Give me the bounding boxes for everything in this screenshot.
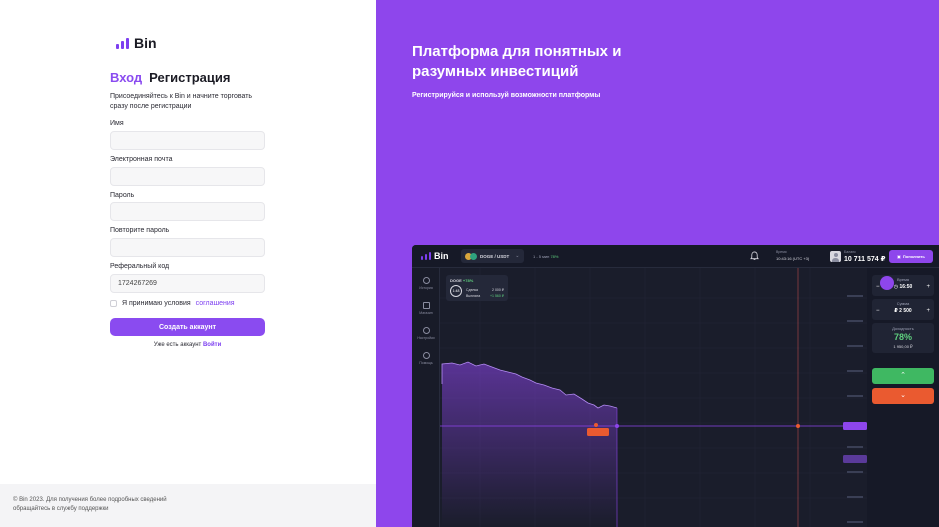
deal-timer: 1:48 bbox=[450, 285, 462, 297]
entry-marker bbox=[615, 424, 619, 428]
logo-bars-icon bbox=[421, 252, 431, 260]
deal-row: Сделка 2 000 ₽ bbox=[466, 288, 504, 292]
sum-box-label: Сумма bbox=[896, 301, 910, 306]
plus-icon[interactable]: + bbox=[926, 308, 930, 314]
clock-icon bbox=[422, 277, 430, 284]
email-field[interactable] bbox=[110, 167, 265, 186]
deal-title: DOGE +78% bbox=[450, 278, 474, 283]
time-label: Время bbox=[776, 250, 787, 254]
sidebar-item-shop[interactable]: Магазин bbox=[412, 302, 440, 315]
current-price-tag bbox=[843, 422, 867, 430]
login-link[interactable]: Войти bbox=[203, 342, 221, 348]
floating-action-button[interactable] bbox=[880, 276, 894, 290]
plus-icon[interactable]: + bbox=[926, 284, 930, 290]
time-box-value: ◷ 16:50 bbox=[893, 284, 913, 290]
tab-login[interactable]: Вход bbox=[110, 70, 142, 85]
pair-selector[interactable]: DOGE / USDT ⌄ bbox=[461, 249, 524, 263]
password-label: Пароль bbox=[110, 192, 135, 199]
email-label: Электронная почта bbox=[110, 156, 173, 163]
password-field[interactable] bbox=[110, 202, 265, 221]
deal-price-tag bbox=[587, 428, 609, 436]
help-icon bbox=[422, 352, 430, 359]
auth-panel: Bin Вход Регистрация Присоединяйтесь к B… bbox=[0, 0, 376, 527]
brand-logo[interactable]: Bin bbox=[116, 35, 157, 51]
pair-name: DOGE / USDT bbox=[480, 253, 510, 259]
time-value: 10:43:16 (UTC +3) bbox=[776, 256, 810, 261]
footer: © Bin 2023. Для получения более подробны… bbox=[0, 484, 376, 527]
agree-row: Я принимаю условия соглашения bbox=[110, 300, 235, 307]
buy-up-button[interactable]: ⌃ bbox=[872, 368, 934, 384]
chevron-down-icon: ⌄ bbox=[515, 253, 520, 259]
app-sidebar: История Магазин Настройки Помощь bbox=[412, 268, 440, 527]
minus-icon[interactable]: − bbox=[876, 308, 880, 314]
topup-button[interactable]: ▣ Пополнить bbox=[889, 250, 933, 263]
referral-label: Реферальный код bbox=[110, 263, 170, 270]
active-deal-card[interactable]: DOGE +78% 1:48 Сделка 2 000 ₽ Выплата +1 5… bbox=[446, 275, 508, 301]
sidebar-item-label: Магазин bbox=[419, 311, 433, 315]
app-topbar: Bin DOGE / USDT ⌄ 1 - 5 мин 78% Время 10… bbox=[412, 245, 939, 268]
store-icon bbox=[422, 302, 430, 309]
app-logo: Bin bbox=[421, 251, 449, 261]
wallet-icon: ▣ bbox=[897, 254, 901, 259]
app-preview: Bin DOGE / USDT ⌄ 1 - 5 мин 78% Время 10… bbox=[412, 245, 939, 527]
price-chart-canvas bbox=[440, 268, 867, 527]
usdt-coin-icon bbox=[470, 252, 477, 260]
create-account-button[interactable]: Создать аккаунт bbox=[110, 318, 265, 336]
sum-stepper[interactable]: − ₽ 2 500 + bbox=[876, 308, 930, 314]
minus-icon[interactable]: − bbox=[876, 284, 880, 290]
profit-percent: 78% bbox=[893, 332, 912, 342]
profit-sum: 1 950,00 ₽ bbox=[893, 344, 913, 349]
sidebar-item-help[interactable]: Помощь bbox=[412, 352, 440, 365]
avatar[interactable] bbox=[830, 251, 841, 262]
deal-marker bbox=[594, 423, 598, 427]
payout-range: 1 - 5 мин bbox=[533, 254, 550, 259]
sidebar-item-label: История bbox=[419, 286, 433, 290]
strike-price-tag bbox=[843, 455, 867, 463]
promo-headline: Платформа для понятных и разумных инвест… bbox=[412, 43, 622, 80]
sell-down-button[interactable]: ⌄ bbox=[872, 388, 934, 404]
have-account-row: Уже есть аккаунт Войти bbox=[110, 342, 265, 348]
bell-icon[interactable] bbox=[750, 251, 759, 261]
have-account-text: Уже есть аккаунт bbox=[153, 342, 202, 348]
gear-icon bbox=[422, 327, 430, 334]
balance-label: Баланс bbox=[844, 250, 856, 254]
chevron-up-icon: ⌃ bbox=[900, 372, 906, 379]
name-label: Имя bbox=[110, 120, 124, 127]
intro-text: Присоединяйтесь к Bin и начните торговат… bbox=[110, 93, 253, 110]
price-area bbox=[442, 362, 617, 527]
price-axis bbox=[847, 295, 863, 523]
profit-box-label: Доходность bbox=[892, 326, 914, 331]
repeat-password-label: Повторите пароль bbox=[110, 227, 170, 234]
auth-tabs: Вход Регистрация bbox=[110, 70, 230, 85]
sidebar-item-label: Настройки bbox=[417, 336, 435, 340]
repeat-password-field[interactable] bbox=[110, 238, 265, 257]
deal-row: Выплата +1 560 ₽ bbox=[466, 294, 504, 298]
agree-checkbox[interactable] bbox=[110, 300, 117, 307]
footer-text: © Bin 2023. Для получения более подробны… bbox=[13, 497, 167, 512]
sum-box-value: ₽ 2 500 bbox=[894, 308, 912, 314]
expiry-marker bbox=[796, 424, 800, 428]
logo-text: Bin bbox=[134, 35, 157, 51]
agreement-link[interactable]: соглашения bbox=[196, 300, 235, 307]
tab-register[interactable]: Регистрация bbox=[149, 70, 230, 85]
logo-bars-icon bbox=[116, 37, 129, 49]
promo-subhead: Регистрируйся и используй возможности пл… bbox=[412, 92, 601, 99]
sidebar-item-settings[interactable]: Настройки bbox=[412, 327, 440, 340]
payout-percent: 78% bbox=[550, 254, 559, 259]
agree-text: Я принимаю условия bbox=[122, 300, 191, 307]
balance-value: 10 711 574 ₽ bbox=[844, 256, 886, 263]
topup-label: Пополнить bbox=[902, 254, 925, 259]
name-field[interactable] bbox=[110, 131, 265, 150]
promo-panel: Платформа для понятных и разумных инвест… bbox=[376, 0, 939, 527]
app-logo-text: Bin bbox=[434, 251, 449, 261]
sum-box: Сумма − ₽ 2 500 + bbox=[872, 299, 934, 320]
sidebar-item-label: Помощь bbox=[419, 361, 433, 365]
sidebar-item-history[interactable]: История bbox=[412, 277, 440, 290]
profit-box: Доходность 78% 1 950,00 ₽ bbox=[872, 323, 934, 353]
payout-info: 1 - 5 мин 78% bbox=[533, 254, 558, 259]
price-chart[interactable]: DOGE +78% 1:48 Сделка 2 000 ₽ Выплата +1 5… bbox=[440, 268, 867, 527]
trade-panel: Время − ◷ 16:50 + Сумма − ₽ 2 500 + Дохо… bbox=[867, 268, 939, 527]
chevron-down-icon: ⌄ bbox=[900, 392, 906, 399]
referral-code-field[interactable] bbox=[110, 274, 265, 293]
